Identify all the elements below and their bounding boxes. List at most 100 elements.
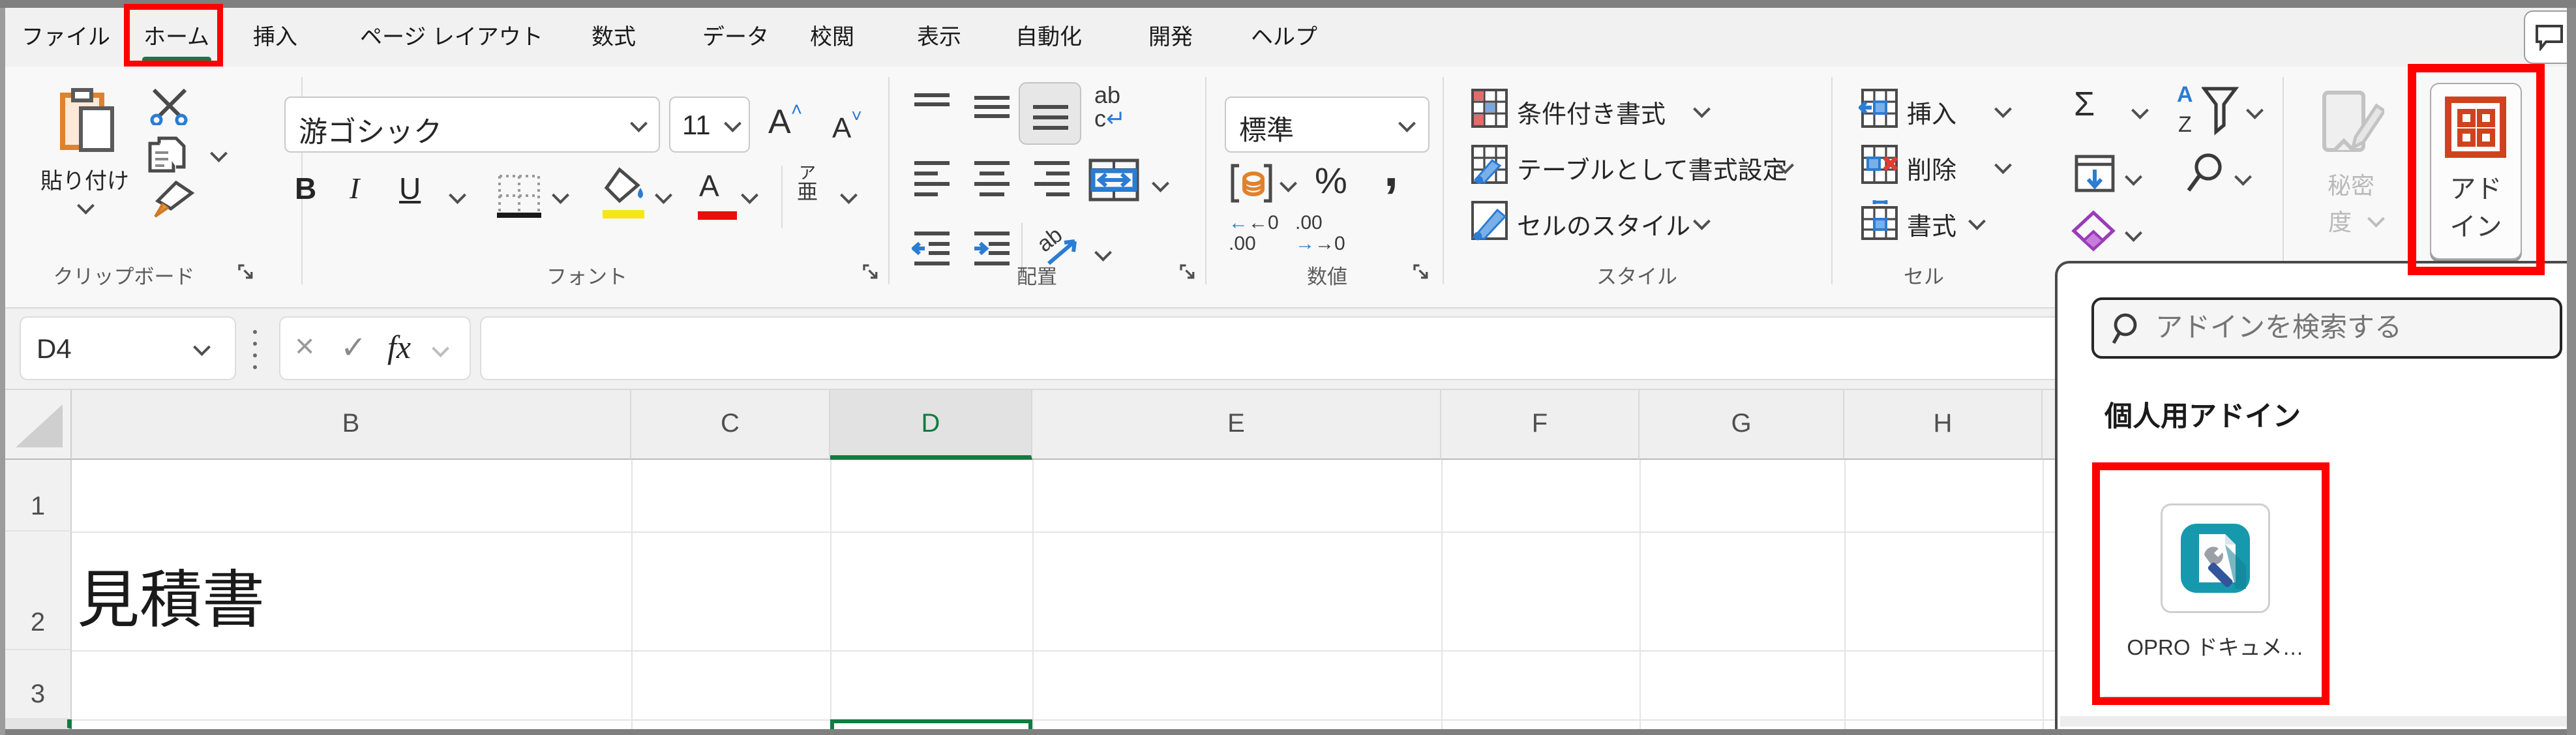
formula-bar-grip[interactable]	[253, 330, 257, 369]
decrease-indent-icon[interactable]	[912, 228, 952, 269]
group-separator	[1205, 77, 1206, 284]
gridline	[1844, 460, 1846, 729]
bold-button[interactable]: B	[295, 171, 316, 206]
addin-search-input[interactable]	[2154, 304, 2548, 351]
clear-icon[interactable]	[2071, 210, 2116, 252]
font-color-button[interactable]: A	[699, 168, 719, 203]
decrease-decimal-button[interactable]: .00 →→0	[1295, 213, 1345, 254]
font-name-value: 游ゴシック	[299, 108, 442, 150]
tab-view[interactable]: 表示	[917, 8, 961, 67]
paste-dropdown-chevron-icon[interactable]	[77, 197, 95, 215]
format-painter-icon[interactable]	[145, 180, 196, 219]
addin-search-box[interactable]	[2091, 297, 2562, 359]
format-as-table-icon[interactable]	[1469, 143, 1510, 185]
clipboard-dialog-launcher-icon[interactable]	[236, 262, 256, 282]
alignment-dialog-launcher-icon[interactable]	[1178, 262, 1197, 282]
tab-automate[interactable]: 自動化	[1015, 8, 1082, 67]
cut-icon[interactable]	[146, 87, 193, 125]
row-header-4-selected[interactable]	[5, 719, 72, 729]
find-select-icon[interactable]	[2186, 151, 2228, 194]
row-header-3[interactable]: 3	[5, 650, 72, 719]
format-cells-icon[interactable]	[1859, 200, 1900, 241]
font-name-chevron-icon	[630, 115, 648, 132]
enter-button[interactable]: ✓	[340, 329, 367, 366]
cell-styles-button[interactable]: セルのスタイル	[1517, 206, 1690, 242]
fx-chevron-icon[interactable]	[432, 340, 449, 357]
row-header-1[interactable]: 1	[5, 460, 72, 532]
align-middle-icon[interactable]	[972, 89, 1012, 129]
fill-color-icon[interactable]	[601, 167, 648, 207]
conditional-formatting-icon[interactable]	[1469, 87, 1510, 129]
conditional-formatting-button[interactable]: 条件付き書式	[1517, 94, 1666, 130]
select-all-button[interactable]	[5, 390, 72, 460]
column-header-C[interactable]: C	[631, 390, 830, 460]
wrap-text-icon[interactable]: ab c↵	[1094, 83, 1126, 130]
cell-styles-icon[interactable]	[1469, 200, 1510, 241]
highlight-addins-button	[2408, 64, 2545, 275]
group-separator	[1831, 77, 1833, 284]
increase-decimal-button[interactable]: ←←0 .00	[1229, 213, 1279, 254]
copy-icon[interactable]	[147, 136, 193, 173]
tab-formulas[interactable]: 数式	[592, 8, 636, 67]
styles-group-label: スタイル	[1559, 260, 1715, 290]
font-name-select[interactable]: 游ゴシック	[284, 97, 660, 153]
phonetic-guide-button[interactable]: ア 亜	[797, 164, 818, 202]
delete-cells-icon[interactable]	[1859, 143, 1900, 185]
italic-button[interactable]: I	[350, 171, 359, 205]
sort-filter-icon[interactable]: A Z	[2177, 82, 2249, 145]
clipboard-group-label: クリップボード	[33, 260, 215, 290]
percent-style-button[interactable]: %	[1315, 159, 1347, 202]
number-dialog-launcher-icon[interactable]	[1411, 262, 1431, 282]
align-bottom-icon	[1030, 99, 1071, 132]
insert-cells-icon[interactable]	[1859, 87, 1900, 129]
align-bottom-button-selected[interactable]	[1019, 82, 1081, 145]
column-header-G[interactable]: G	[1640, 390, 1844, 460]
tab-developer[interactable]: 開発	[1148, 8, 1193, 67]
accounting-icon[interactable]	[1229, 160, 1274, 206]
autosum-button[interactable]: Σ	[2074, 85, 2095, 124]
insert-cells-button[interactable]: 挿入	[1907, 94, 1956, 130]
column-header-D-selected[interactable]: D	[830, 390, 1032, 460]
underline-button[interactable]: U	[399, 171, 421, 206]
align-right-icon[interactable]	[1032, 159, 1072, 202]
search-icon	[2111, 312, 2144, 346]
shrink-font-button[interactable]: A˅	[832, 106, 862, 145]
column-header-H[interactable]: H	[1844, 390, 2043, 460]
panel-scrollbar[interactable]	[2060, 716, 2576, 727]
highlight-opro-addin	[2092, 462, 2329, 705]
grow-font-button[interactable]: A˄	[768, 99, 802, 142]
highlight-home-tab	[124, 4, 223, 67]
borders-icon[interactable]	[494, 171, 544, 220]
column-header-F[interactable]: F	[1441, 390, 1640, 460]
align-top-icon[interactable]	[912, 91, 952, 128]
delete-cells-button[interactable]: 削除	[1907, 150, 1956, 186]
cell-b2-text[interactable]: 見積書	[77, 549, 265, 640]
insert-function-button[interactable]: fx	[387, 328, 411, 366]
name-box-chevron-icon[interactable]	[193, 338, 211, 356]
column-header-E[interactable]: E	[1032, 390, 1441, 460]
align-center-icon[interactable]	[972, 159, 1012, 202]
name-box[interactable]: D4	[20, 316, 236, 380]
column-header-B[interactable]: B	[72, 390, 631, 460]
font-dialog-launcher-icon[interactable]	[861, 262, 880, 282]
tab-insert[interactable]: 挿入	[253, 8, 297, 67]
paste-button[interactable]: 貼り付け	[26, 78, 143, 228]
tab-file[interactable]: ファイル	[22, 8, 110, 67]
tab-data[interactable]: データ	[702, 8, 769, 67]
align-left-icon[interactable]	[912, 159, 952, 202]
gridline	[830, 460, 831, 729]
active-cell-selection[interactable]	[830, 719, 1032, 729]
format-as-table-button[interactable]: テーブルとして書式設定	[1517, 150, 1788, 186]
tab-page-layout[interactable]: ページ レイアウト	[360, 8, 543, 67]
comma-style-button[interactable]: ,	[1384, 138, 1398, 198]
row-header-2[interactable]: 2	[5, 532, 72, 650]
cancel-button[interactable]: ×	[295, 327, 314, 366]
tab-help[interactable]: ヘルプ	[1251, 8, 1317, 67]
fill-down-icon[interactable]	[2074, 154, 2116, 193]
tab-review[interactable]: 校閲	[810, 8, 854, 67]
gridline	[2043, 460, 2044, 729]
format-cells-button[interactable]: 書式	[1907, 206, 1956, 242]
number-format-select[interactable]: 標準	[1225, 97, 1430, 153]
merge-center-icon[interactable]	[1088, 158, 1140, 202]
font-size-select[interactable]: 11	[669, 97, 750, 153]
